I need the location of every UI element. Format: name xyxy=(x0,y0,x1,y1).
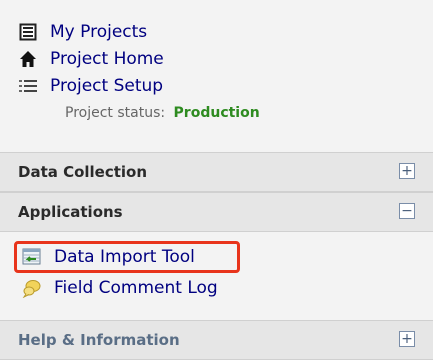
import-table-icon xyxy=(22,247,42,267)
my-projects-label: My Projects xyxy=(50,21,148,42)
expand-icon[interactable]: + xyxy=(399,331,415,347)
data-import-tool-link[interactable]: Data Import Tool xyxy=(22,243,195,271)
project-status-label: Project status: xyxy=(65,105,166,121)
project-nav: My Projects Project Home Project Setup P… xyxy=(18,18,418,121)
my-projects-link[interactable]: My Projects xyxy=(18,18,418,45)
field-comment-log-label: Field Comment Log xyxy=(54,278,218,298)
list-document-icon xyxy=(18,22,38,42)
field-comment-log-link[interactable]: Field Comment Log xyxy=(22,274,218,302)
section-help-title: Help & Information xyxy=(18,331,180,349)
applications-list: Data Import Tool Field Comment Log xyxy=(0,233,433,315)
home-icon xyxy=(18,49,38,69)
section-data-collection-title: Data Collection xyxy=(18,163,148,181)
expand-icon[interactable]: + xyxy=(399,163,415,179)
project-setup-link[interactable]: Project Setup xyxy=(18,72,418,99)
section-data-collection[interactable]: Data Collection + xyxy=(0,152,433,192)
section-help-information[interactable]: Help & Information + xyxy=(0,320,433,360)
section-applications[interactable]: Applications − xyxy=(0,192,433,232)
project-status: Project status: Production xyxy=(65,105,418,121)
project-home-link[interactable]: Project Home xyxy=(18,45,418,72)
project-setup-label: Project Setup xyxy=(50,75,164,96)
collapse-icon[interactable]: − xyxy=(399,203,415,219)
list-icon xyxy=(18,76,38,96)
project-home-label: Project Home xyxy=(50,48,164,69)
data-import-tool-label: Data Import Tool xyxy=(54,247,195,267)
section-applications-title: Applications xyxy=(18,203,123,221)
comment-log-icon xyxy=(22,278,42,298)
project-status-value: Production xyxy=(173,105,260,121)
